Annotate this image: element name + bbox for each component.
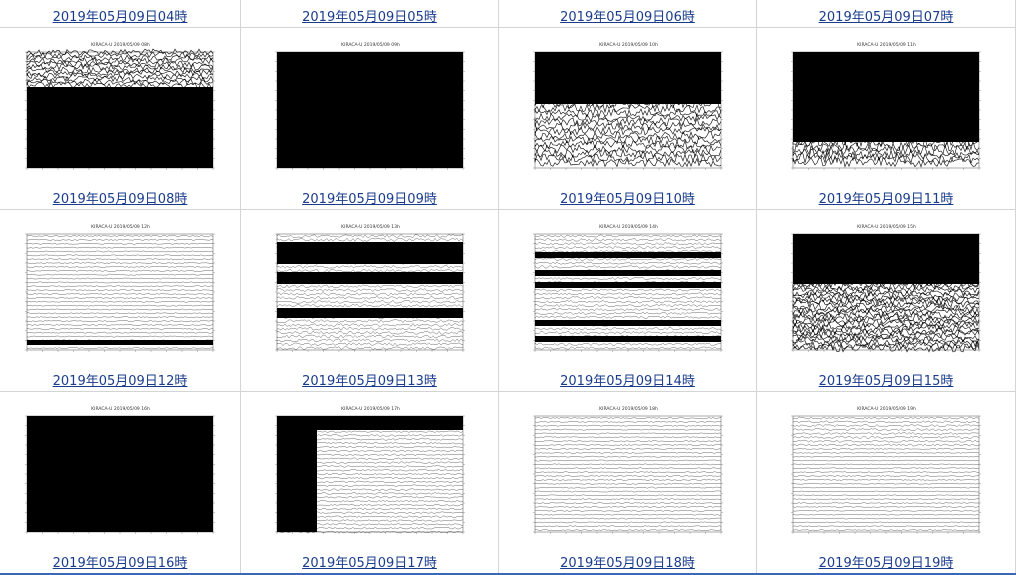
hour-link[interactable]: 2019年05月09日04時 [0, 6, 240, 25]
seismic-traces [277, 52, 463, 168]
saturated-band [277, 272, 463, 284]
seismogram-thumbnail[interactable]: KIRACA-U 2019/05/09 14h [531, 222, 726, 360]
archive-cell: KIRACA-U 2019/05/09 16h 2019年05月09日16時 [0, 392, 241, 575]
saturated-trace-block [793, 52, 979, 142]
seismogram-thumbnail[interactable]: KIRACA-U 2019/05/09 17h [273, 404, 468, 542]
seismogram-thumbnail[interactable]: KIRACA-U 2019/05/09 18h [531, 404, 726, 542]
hour-link[interactable]: 2019年05月09日08時 [0, 188, 240, 207]
saturated-trace-block [535, 52, 721, 104]
archive-cell-top-0: 2019年05月09日04時 [0, 0, 241, 28]
chart-title: KIRACA-U 2019/05/09 08h [91, 42, 150, 48]
seismogram-thumbnail[interactable]: KIRACA-U 2019/05/09 15h [789, 222, 984, 360]
seismogram-thumbnail[interactable]: KIRACA-U 2019/05/09 19h [789, 404, 984, 542]
hour-link[interactable]: 2019年05月09日05時 [241, 6, 498, 25]
chart-title: KIRACA-U 2019/05/09 13h [341, 224, 400, 230]
chart-title: KIRACA-U 2019/05/09 17h [341, 406, 400, 412]
thumbnail-background [531, 404, 726, 542]
hour-link[interactable]: 2019年05月09日13時 [241, 370, 498, 389]
archive-cell: KIRACA-U 2019/05/09 18h 2019年05月09日18時 [499, 392, 757, 575]
saturated-band [535, 336, 721, 342]
chart-title: KIRACA-U 2019/05/09 15h [857, 224, 916, 230]
saturated-trace-block [277, 52, 463, 168]
saturated-trace-block [27, 87, 213, 168]
saturated-band [535, 320, 721, 326]
saturated-band [535, 282, 721, 288]
chart-title: KIRACA-U 2019/05/09 12h [91, 224, 150, 230]
seismogram-thumbnail[interactable]: KIRACA-U 2019/05/09 13h [273, 222, 468, 360]
saturated-band [27, 340, 213, 345]
archive-cell-top-3: 2019年05月09日07時 [757, 0, 1016, 28]
saturated-band [535, 252, 721, 258]
seismic-traces [27, 416, 213, 532]
hour-link[interactable]: 2019年05月09日07時 [757, 6, 1015, 25]
chart-title: KIRACA-U 2019/05/09 14h [599, 224, 658, 230]
seismogram-thumbnail[interactable]: KIRACA-U 2019/05/09 12h [23, 222, 218, 360]
chart-title: KIRACA-U 2019/05/09 09h [341, 42, 400, 48]
hour-link[interactable]: 2019年05月09日09時 [241, 188, 498, 207]
hour-link[interactable]: 2019年05月09日16時 [0, 552, 240, 571]
saturated-band [277, 308, 463, 318]
chart-title: KIRACA-U 2019/05/09 18h [599, 406, 658, 412]
chart-title: KIRACA-U 2019/05/09 10h [599, 42, 658, 48]
saturated-band [793, 234, 979, 284]
hour-link[interactable]: 2019年05月09日14時 [499, 370, 756, 389]
hour-link[interactable]: 2019年05月09日11時 [757, 188, 1015, 207]
thumbnail-background [23, 222, 218, 360]
archive-cell: KIRACA-U 2019/05/09 11h 2019年05月09日11時 [757, 28, 1016, 210]
archive-cell: KIRACA-U 2019/05/09 12h 2019年05月09日12時 [0, 210, 241, 392]
hour-link[interactable]: 2019年05月09日19時 [757, 552, 1015, 571]
archive-cell: KIRACA-U 2019/05/09 10h 2019年05月09日10時 [499, 28, 757, 210]
archive-cell: KIRACA-U 2019/05/09 08h 2019年05月09日08時 [0, 28, 241, 210]
archive-cell: KIRACA-U 2019/05/09 13h 2019年05月09日13時 [241, 210, 499, 392]
archive-cell: KIRACA-U 2019/05/09 15h 2019年05月09日15時 [757, 210, 1016, 392]
archive-cell: KIRACA-U 2019/05/09 19h 2019年05月09日19時 [757, 392, 1016, 575]
seismogram-archive-grid: 2019年05月09日04時 2019年05月09日05時 2019年05月09日0… [0, 0, 1016, 575]
archive-cell: KIRACA-U 2019/05/09 14h 2019年05月09日14時 [499, 210, 757, 392]
saturated-band [535, 270, 721, 276]
seismogram-thumbnail[interactable]: KIRACA-U 2019/05/09 08h [23, 40, 218, 178]
archive-cell-top-2: 2019年05月09日06時 [499, 0, 757, 28]
archive-cell-top-1: 2019年05月09日05時 [241, 0, 499, 28]
saturated-band [277, 416, 317, 532]
chart-title: KIRACA-U 2019/05/09 11h [857, 42, 916, 48]
chart-title: KIRACA-U 2019/05/09 19h [857, 406, 916, 412]
saturated-band [277, 242, 463, 264]
chart-title: KIRACA-U 2019/05/09 16h [91, 406, 150, 412]
seismogram-thumbnail[interactable]: KIRACA-U 2019/05/09 16h [23, 404, 218, 542]
hour-link[interactable]: 2019年05月09日18時 [499, 552, 756, 571]
hour-link[interactable]: 2019年05月09日06時 [499, 6, 756, 25]
seismogram-thumbnail[interactable]: KIRACA-U 2019/05/09 11h [789, 40, 984, 178]
archive-cell: KIRACA-U 2019/05/09 17h 2019年05月09日17時 [241, 392, 499, 575]
archive-cell: KIRACA-U 2019/05/09 09h 2019年05月09日09時 [241, 28, 499, 210]
hour-link[interactable]: 2019年05月09日17時 [241, 552, 498, 571]
seismogram-thumbnail[interactable]: KIRACA-U 2019/05/09 10h [531, 40, 726, 178]
hour-link[interactable]: 2019年05月09日15時 [757, 370, 1015, 389]
hour-link[interactable]: 2019年05月09日12時 [0, 370, 240, 389]
saturated-trace-block [27, 416, 213, 532]
seismogram-thumbnail[interactable]: KIRACA-U 2019/05/09 09h [273, 40, 468, 178]
hour-link[interactable]: 2019年05月09日10時 [499, 188, 756, 207]
